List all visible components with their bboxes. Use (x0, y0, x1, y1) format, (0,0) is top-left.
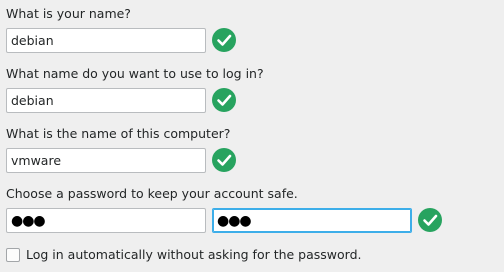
autologin-checkbox[interactable] (6, 248, 20, 262)
password-input-value: ●●● (11, 213, 46, 229)
name-valid-check-icon (212, 28, 236, 52)
computer-name-label: What is the name of this computer? (6, 126, 231, 141)
computer-name-input[interactable]: vmware (6, 148, 206, 173)
password-valid-check-icon (418, 208, 442, 232)
login-valid-check-icon (212, 88, 236, 112)
name-input-value: debian (11, 33, 54, 48)
password-confirm-input-value: ●●● (217, 213, 252, 229)
computer-valid-check-icon (212, 148, 236, 172)
password-label: Choose a password to keep your account s… (6, 186, 298, 201)
computer-name-input-value: vmware (11, 153, 62, 168)
login-name-input-value: debian (11, 93, 54, 108)
password-confirm-input[interactable]: ●●● (212, 208, 412, 233)
autologin-checkbox-label[interactable]: Log in automatically without asking for … (26, 247, 362, 263)
password-input[interactable]: ●●● (6, 208, 206, 233)
name-input[interactable]: debian (6, 28, 206, 53)
name-label: What is your name? (6, 6, 131, 21)
login-name-input[interactable]: debian (6, 88, 206, 113)
user-setup-form: What is your name? debian What name do y… (0, 0, 504, 272)
login-name-label: What name do you want to use to log in? (6, 66, 264, 81)
